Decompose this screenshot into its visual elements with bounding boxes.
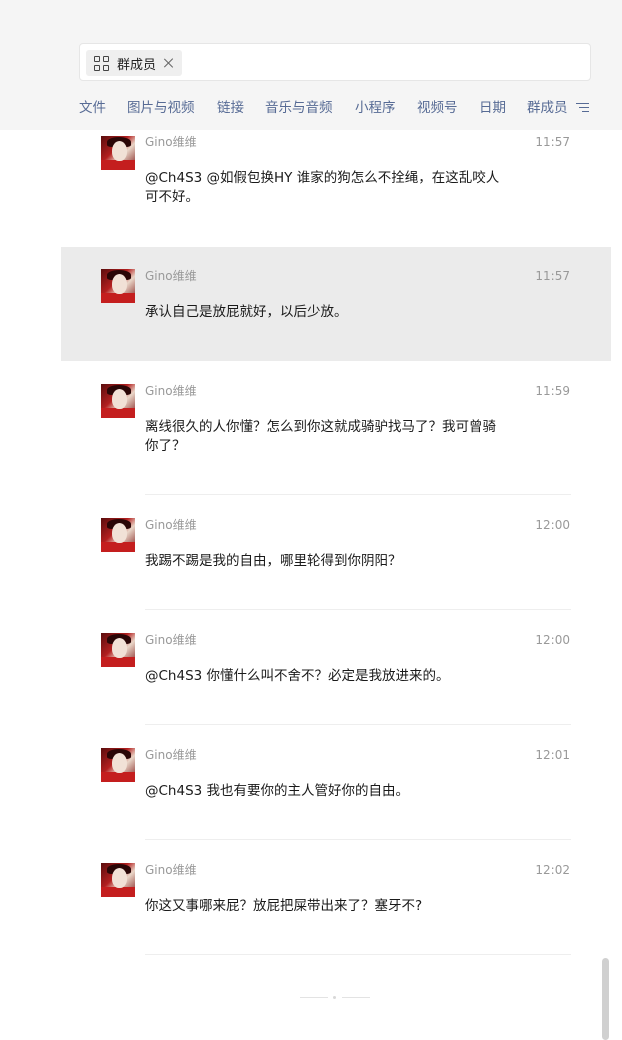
message-text: 离线很久的人你懂？怎么到你这就成骑驴找马了？我可曾骑你了？ [145, 419, 496, 454]
filter-lines-icon[interactable] [576, 103, 589, 113]
tab-links[interactable]: 链接 [217, 99, 244, 117]
sender-name: Gino维维 [145, 384, 197, 398]
message-time: 12:01 [535, 748, 570, 762]
message-text: 我踢不踢是我的自由，哪里轮得到你阴阳？ [145, 553, 402, 569]
filter-header: 群成员 文件 图片与视频 链接 音乐与音频 小程序 视频号 日期 群成员 [0, 0, 622, 130]
tab-channels[interactable]: 视频号 [417, 99, 458, 117]
message-divider [145, 494, 571, 495]
search-input[interactable]: 群成员 [79, 43, 591, 81]
message-time: 11:59 [535, 384, 570, 398]
tab-group-members[interactable]: 群成员 [527, 99, 568, 117]
message-text: 你这又事哪来屁？放屁把屎带出来了？塞牙不? [145, 898, 423, 914]
scrollbar[interactable] [602, 958, 609, 1040]
sender-name: Gino维维 [145, 269, 197, 283]
message-text: @Ch4S3 我也有要你的主人管好你的自由。 [145, 783, 410, 799]
sender-name: Gino维维 [145, 518, 197, 532]
tab-mini-programs[interactable]: 小程序 [355, 99, 396, 117]
message-time: 11:57 [535, 135, 570, 149]
message-time: 11:57 [535, 269, 570, 283]
sender-name: Gino维维 [145, 748, 197, 762]
close-icon[interactable] [164, 58, 174, 68]
filter-tag-label: 群成员 [117, 57, 157, 73]
message-divider [145, 954, 571, 955]
tab-images-videos[interactable]: 图片与视频 [127, 99, 195, 117]
message-time: 12:02 [535, 863, 570, 877]
message-divider [145, 724, 571, 725]
message-time: 12:00 [535, 633, 570, 647]
tab-music-audio[interactable]: 音乐与音频 [265, 99, 333, 117]
message-divider [145, 609, 571, 610]
sender-name: Gino维维 [145, 135, 197, 149]
tab-files[interactable]: 文件 [79, 99, 106, 117]
message-text: @Ch4S3 你懂什么叫不舍不？必定是我放进来的。 [145, 668, 450, 684]
tab-date[interactable]: 日期 [479, 99, 506, 117]
message-list[interactable]: Gino维维 11:57 @Ch4S3 @如假包换HY 谁家的狗怎么不拴绳，在这… [0, 0, 622, 1040]
message-time: 12:00 [535, 518, 570, 532]
message-divider [145, 839, 571, 840]
category-tabs: 文件 图片与视频 链接 音乐与音频 小程序 视频号 日期 群成员 [0, 99, 622, 117]
loading-indicator [300, 996, 370, 1000]
grid-icon [94, 55, 109, 71]
sender-name: Gino维维 [145, 863, 197, 877]
avatar[interactable] [101, 633, 135, 667]
avatar[interactable] [101, 384, 135, 418]
avatar[interactable] [101, 748, 135, 782]
message-text: 承认自己是放屁就好，以后少放。 [145, 304, 348, 320]
avatar[interactable] [101, 863, 135, 897]
message-text: @Ch4S3 @如假包换HY 谁家的狗怎么不拴绳，在这乱咬人可不好。 [145, 170, 500, 205]
chat-history-window: Gino维维 11:57 @Ch4S3 @如假包换HY 谁家的狗怎么不拴绳，在这… [0, 0, 622, 1040]
avatar[interactable] [101, 269, 135, 303]
member-filter-tag[interactable]: 群成员 [86, 50, 183, 76]
avatar[interactable] [101, 136, 135, 170]
avatar[interactable] [101, 518, 135, 552]
sender-name: Gino维维 [145, 633, 197, 647]
